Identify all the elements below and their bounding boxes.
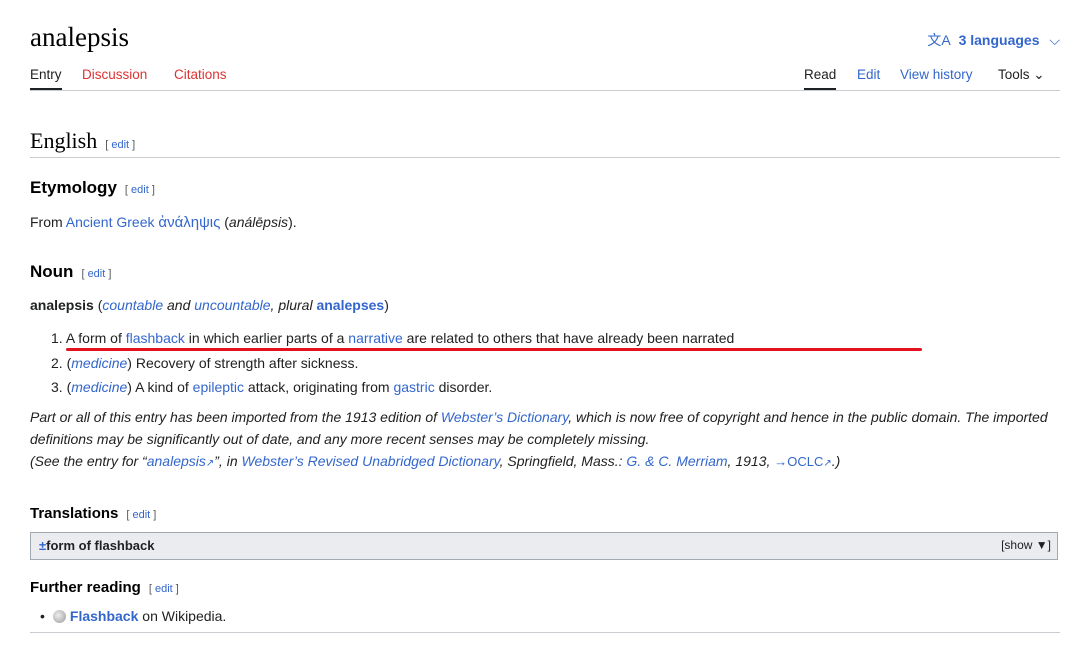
text: and [163, 297, 195, 313]
text: A kind of [131, 379, 193, 395]
heading-noun-text: Noun [30, 262, 74, 281]
tools-menu[interactable]: Tools ⌄ [998, 67, 1045, 83]
link-uncountable[interactable]: uncountable [194, 297, 270, 313]
link-text: analepsis [146, 453, 206, 469]
edit-section-etymology[interactable]: [ edit ] [125, 184, 155, 196]
headword-line: analepsis (countable and uncountable, pl… [30, 297, 389, 313]
link-flashback[interactable]: flashback [126, 330, 185, 346]
translations-box-label: ±form of flashback [39, 538, 155, 553]
tab-discussion[interactable]: Discussion [82, 67, 147, 82]
heading-noun: Noun [ edit ] [30, 262, 111, 282]
text: ). [288, 214, 297, 230]
link-flashback-wikipedia[interactable]: Flashback [70, 608, 138, 624]
heading-etymology: Etymology [ edit ] [30, 178, 155, 198]
link-plural[interactable]: analepses [316, 297, 384, 313]
show-translations-button[interactable]: [show ▼] [1001, 538, 1051, 552]
definition-2: 2. (medicine) Recovery of strength after… [51, 355, 359, 371]
external-link-icon: ↗ [205, 458, 215, 469]
edit-section-further-reading[interactable]: [ edit ] [149, 583, 179, 595]
link-merriam[interactable]: G. & C. Merriam [626, 453, 727, 469]
languages-label: 3 languages [958, 32, 1040, 48]
link-countable[interactable]: countable [102, 297, 163, 313]
link-epileptic[interactable]: epileptic [193, 379, 244, 395]
headword: analepsis [30, 297, 94, 313]
heading-translations: Translations [ edit ] [30, 505, 156, 522]
heading-english-text: English [30, 128, 98, 153]
edit-link[interactable]: edit [155, 583, 173, 595]
link-analepsis-entry[interactable]: analepsis↗ [147, 453, 215, 469]
edit-section-noun[interactable]: [ edit ] [81, 268, 111, 280]
translations-box[interactable]: ±form of flashback [show ▼] [30, 532, 1058, 560]
divider [30, 157, 1060, 158]
text: Part or all of this entry has been impor… [30, 409, 441, 425]
definition-number: 1. [51, 330, 63, 346]
edit-section-english[interactable]: [ edit ] [105, 139, 135, 151]
transliteration: análēpsis [228, 214, 289, 230]
heading-etymology-text: Etymology [30, 178, 117, 197]
text: , 1913, [727, 453, 775, 469]
link-narrative[interactable]: narrative [348, 330, 402, 346]
link-greek-word[interactable]: ἀνάληψις [158, 214, 220, 231]
text: A form of [65, 330, 126, 346]
title-row: analepsis 文A 3 languages ⌵ [30, 18, 1060, 58]
red-underline-annotation [66, 348, 922, 351]
etymology-text: From Ancient Greek ἀνάληψις (análēpsis). [30, 214, 297, 231]
definition-1: 1. A form of flashback in which earlier … [51, 330, 734, 346]
link-websters-revised[interactable]: Webster’s Revised Unabridged Dictionary [242, 453, 500, 469]
link-gastric[interactable]: gastric [393, 379, 434, 395]
heading-further-reading: Further reading [ edit ] [30, 579, 179, 596]
languages-button[interactable]: 文A 3 languages ⌵ [927, 30, 1060, 50]
link-medicine[interactable]: medicine [71, 379, 127, 395]
definition-3: 3. (medicine) A kind of epileptic attack… [51, 379, 493, 395]
text: , plural [270, 297, 317, 313]
tab-citations[interactable]: Citations [174, 67, 227, 82]
tab-entry[interactable]: Entry [30, 67, 62, 90]
tab-edit[interactable]: Edit [857, 67, 880, 82]
text: are related to others that have already … [402, 330, 735, 346]
text: in which earlier parts of a [184, 330, 349, 346]
divider [30, 632, 1060, 633]
wikipedia-globe-icon [52, 610, 66, 623]
page-title: analepsis [30, 22, 129, 52]
link-text: →OCLC [774, 454, 824, 469]
page-tabs: Entry Discussion Citations Read Edit Vie… [30, 60, 1060, 91]
edit-section-translations[interactable]: [ edit ] [126, 509, 156, 521]
heading-english: English [ edit ] [30, 128, 135, 154]
text: disorder. [434, 379, 493, 395]
bullet-icon: • [40, 608, 45, 624]
text: on Wikipedia. [138, 608, 227, 624]
text: From [30, 214, 66, 230]
definition-number: 2. [51, 355, 63, 371]
edit-link[interactable]: edit [111, 139, 129, 151]
text: (See the entry for “ [30, 453, 147, 469]
definition-number: 3. [51, 379, 63, 395]
edit-link[interactable]: edit [132, 509, 150, 521]
heading-further-reading-text: Further reading [30, 579, 141, 596]
text: , Springfield, Mass.: [499, 453, 627, 469]
external-link-icon: ↗ [823, 458, 832, 469]
link-ancient-greek[interactable]: Ancient Greek [66, 214, 155, 230]
list-item: • Flashback on Wikipedia. [40, 608, 226, 624]
text: Recovery of strength after sickness. [131, 355, 359, 371]
text: ( [220, 214, 229, 230]
tab-view-history[interactable]: View history [900, 67, 973, 82]
edit-link[interactable]: edit [131, 184, 149, 196]
link-medicine[interactable]: medicine [71, 355, 127, 371]
edit-link[interactable]: edit [88, 268, 106, 280]
chevron-down-icon: ⌵ [1049, 32, 1060, 48]
translate-icon: 文A [927, 32, 951, 48]
heading-translations-text: Translations [30, 505, 119, 522]
text: ”, in [214, 453, 242, 469]
page: analepsis 文A 3 languages ⌵ Entry Discuss… [0, 0, 1080, 650]
text: .) [831, 453, 841, 469]
chevron-down-icon: ⌄ [1033, 67, 1045, 82]
websters-notice: Part or all of this entry has been impor… [30, 406, 1060, 475]
sense-label: form of flashback [46, 538, 155, 553]
tab-read[interactable]: Read [804, 67, 837, 90]
text: attack, originating from [244, 379, 394, 395]
link-oclc[interactable]: →OCLC↗ [774, 454, 832, 469]
link-websters-dictionary[interactable]: Webster’s Dictionary [441, 409, 568, 425]
tools-label: Tools [998, 67, 1030, 82]
